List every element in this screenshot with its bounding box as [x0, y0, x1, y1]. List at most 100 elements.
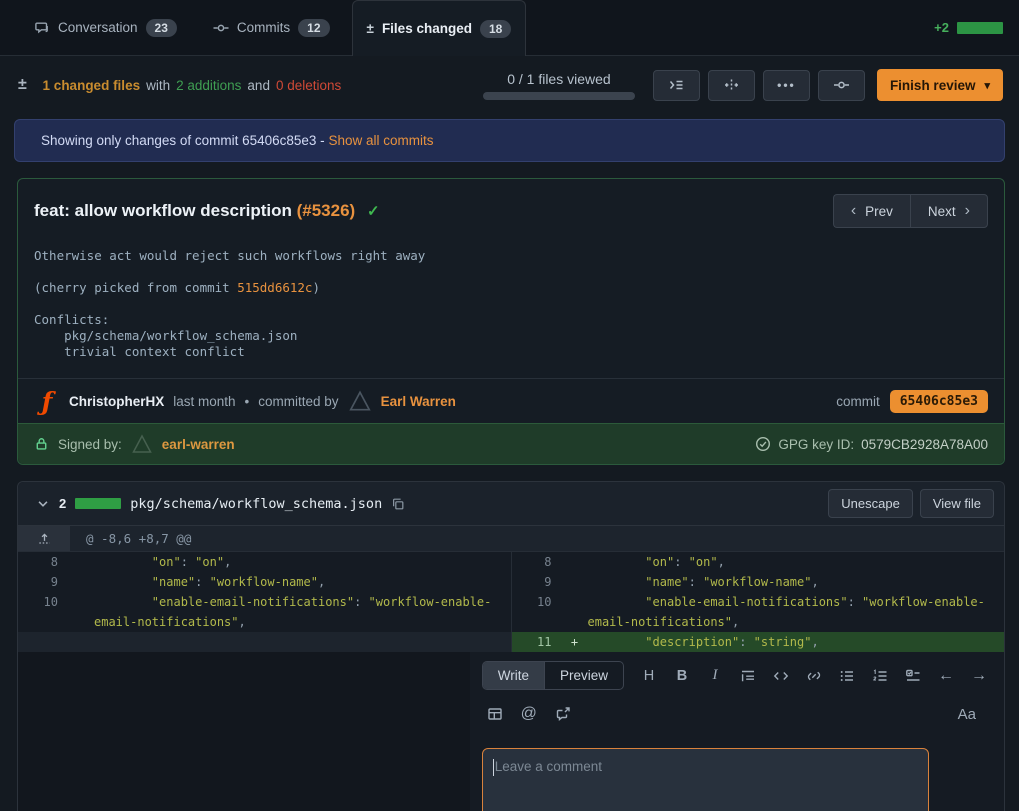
- unescape-button[interactable]: Unescape: [828, 489, 913, 518]
- unordered-list-icon[interactable]: [834, 663, 860, 689]
- chevron-left-icon: ‹: [851, 203, 856, 219]
- switch-right-icon[interactable]: →: [966, 663, 992, 689]
- diff-line-number[interactable]: 8: [512, 552, 562, 572]
- earl-warren-avatar[interactable]: [348, 389, 372, 413]
- cross-reference-icon[interactable]: [550, 701, 576, 727]
- commit-meta-row: ƒ ChristopherHX last month • committed b…: [18, 378, 1004, 423]
- diff-options-button[interactable]: •••: [763, 70, 810, 101]
- code-icon[interactable]: [768, 663, 794, 689]
- earl-warren-signed-avatar[interactable]: [131, 433, 153, 455]
- diff-right-cell: 11+ "description": "string",: [511, 632, 1005, 652]
- ordered-list-icon[interactable]: [867, 663, 893, 689]
- caret-down-icon: ▾: [984, 79, 990, 92]
- file-tree-toggle-button[interactable]: [653, 70, 700, 101]
- diff-code-line[interactable]: "on": "on",: [588, 552, 1005, 572]
- signed-by-label: Signed by:: [58, 437, 122, 452]
- deletions-count: 0 deletions: [276, 78, 341, 93]
- show-all-commits-link[interactable]: Show all commits: [328, 133, 433, 148]
- diff-line-number[interactable]: 11: [512, 632, 562, 652]
- diff-code-line[interactable]: "on": "on",: [94, 552, 511, 572]
- additions-count: 2 additions: [176, 78, 241, 93]
- tab-conversation[interactable]: Conversation 23: [20, 0, 191, 55]
- diff-view-toggle-button[interactable]: [708, 70, 755, 101]
- diffstat-additions: +2: [934, 20, 949, 35]
- collapse-file-icon[interactable]: [36, 497, 50, 511]
- diff-row: 11+ "description": "string",: [18, 632, 1004, 652]
- diff-line-number[interactable]: 10: [18, 592, 68, 612]
- italic-icon[interactable]: I: [702, 663, 728, 689]
- chevron-right-icon: ›: [965, 203, 970, 219]
- signature-check-icon: ✓: [367, 203, 380, 220]
- bold-icon[interactable]: B: [669, 663, 695, 689]
- christopherhx-avatar[interactable]: ƒ: [34, 388, 60, 414]
- diff-code-line[interactable]: "name": "workflow-name",: [94, 572, 511, 592]
- diff-code-line[interactable]: "enable-email-notifications": "workflow-…: [94, 592, 511, 632]
- switch-left-icon[interactable]: ←: [933, 663, 959, 689]
- commits-count-badge: 12: [298, 19, 329, 37]
- committer-name[interactable]: Earl Warren: [381, 394, 456, 409]
- prev-label: Prev: [865, 204, 893, 219]
- tab-files-changed[interactable]: ± Files changed 18: [352, 0, 527, 56]
- commit-box: feat: allow workflow description (#5326)…: [17, 178, 1005, 465]
- tab-files-changed-label: Files changed: [382, 21, 472, 36]
- prev-commit-button[interactable]: ‹ Prev: [833, 194, 910, 228]
- commit-select-button[interactable]: [818, 70, 865, 101]
- link-icon[interactable]: [801, 663, 827, 689]
- diff-left-cell: 9 "name": "workflow-name",: [18, 572, 511, 592]
- monospace-toggle[interactable]: Aa: [958, 706, 976, 723]
- comment-textarea[interactable]: [482, 748, 929, 811]
- committed-by-label: committed by: [258, 394, 338, 409]
- diff-line-number[interactable]: 8: [18, 552, 68, 572]
- expand-hunk-button[interactable]: [18, 526, 70, 551]
- diff-summary-row: ± 1 changed files with 2 additions and 0…: [0, 56, 1019, 113]
- finish-review-label: Finish review: [890, 78, 976, 93]
- split-diff-table: 8 "on": "on",8 "on": "on",9 "name": "wor…: [18, 552, 1004, 652]
- next-label: Next: [928, 204, 956, 219]
- pr-diffstat: +2: [934, 0, 1003, 55]
- summary-word-with: with: [146, 78, 170, 93]
- diff-row: 8 "on": "on",8 "on": "on",: [18, 552, 1004, 572]
- view-file-button[interactable]: View file: [920, 489, 994, 518]
- diff-code-line[interactable]: "description": "string",: [588, 632, 1005, 652]
- inline-comment-row: Write Preview H B I: [18, 652, 1004, 811]
- diff-toolbar: 0 / 1 files viewed •••: [483, 69, 1003, 101]
- quote-icon[interactable]: [735, 663, 761, 689]
- gpg-key-value: 0579CB2928A78A00: [861, 437, 988, 452]
- files-viewed-progress: 0 / 1 files viewed: [483, 71, 635, 100]
- pr-tab-bar: Conversation 23 Commits 12 ± Files chang…: [0, 0, 1019, 56]
- diff-line-number[interactable]: 9: [18, 572, 68, 592]
- tab-preview[interactable]: Preview: [544, 662, 623, 689]
- dot-separator: •: [245, 394, 250, 409]
- commit-author-name[interactable]: ChristopherHX: [69, 394, 164, 409]
- diffstat-bar: [957, 22, 1003, 34]
- diff-line-number[interactable]: 9: [512, 572, 562, 592]
- tab-write[interactable]: Write: [483, 662, 544, 689]
- signer-name[interactable]: earl-warren: [162, 437, 235, 452]
- commit-nav: ‹ Prev Next ›: [833, 194, 988, 228]
- diff-code-line[interactable]: "enable-email-notifications": "workflow-…: [588, 592, 1005, 632]
- diff-code-line[interactable]: "name": "workflow-name",: [588, 572, 1005, 592]
- diff-right-cell: 8 "on": "on",: [511, 552, 1005, 572]
- heading-icon[interactable]: H: [636, 663, 662, 689]
- mention-icon[interactable]: @: [516, 701, 542, 727]
- files-changed-count-badge: 18: [480, 20, 511, 38]
- markdown-toolbar: H B I: [636, 663, 992, 689]
- table-icon[interactable]: [482, 701, 508, 727]
- diff-left-cell: 8 "on": "on",: [18, 552, 511, 572]
- commit-issue-link[interactable]: (#5326): [297, 201, 356, 220]
- conversation-icon: [34, 20, 50, 36]
- tab-commits-label: Commits: [237, 20, 290, 35]
- commit-icon: [833, 77, 850, 93]
- finish-review-button[interactable]: Finish review ▾: [877, 69, 1003, 101]
- commit-hash-link[interactable]: 515dd6612c: [237, 280, 312, 295]
- diff-line-number[interactable]: 10: [512, 592, 562, 612]
- copy-path-icon[interactable]: [391, 497, 405, 511]
- task-list-icon[interactable]: [900, 663, 926, 689]
- comment-row-left-spacer: [18, 652, 470, 811]
- commit-hash-badge[interactable]: 65406c85e3: [890, 390, 988, 413]
- hunk-header-row: @ -8,6 +8,7 @@: [18, 526, 1004, 552]
- tab-commits[interactable]: Commits 12: [199, 0, 344, 55]
- summary-word-and: and: [247, 78, 270, 93]
- file-name[interactable]: pkg/schema/workflow_schema.json: [130, 496, 382, 512]
- next-commit-button[interactable]: Next ›: [910, 194, 988, 228]
